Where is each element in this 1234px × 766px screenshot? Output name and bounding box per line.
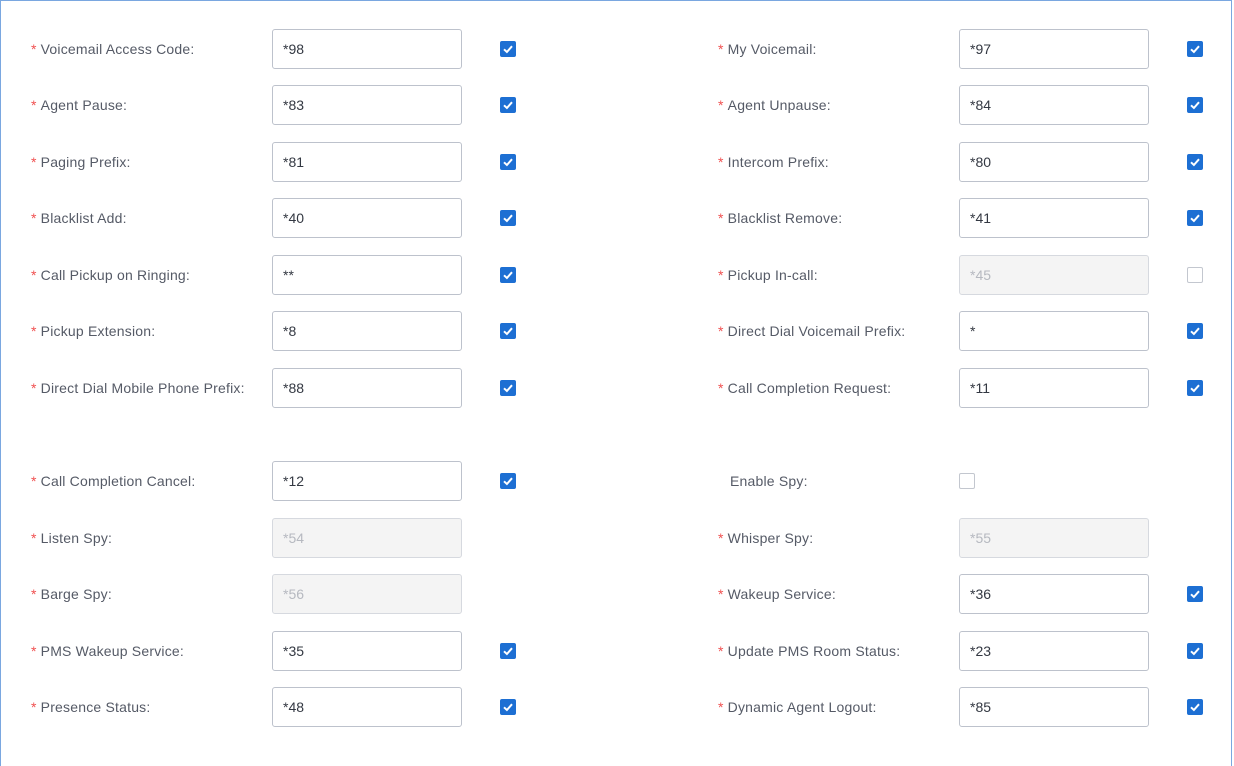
pms-wakeup-service-checkbox[interactable] bbox=[500, 643, 516, 659]
barge-spy-label: * Barge Spy: bbox=[31, 586, 112, 602]
call-completion-request-input[interactable] bbox=[959, 368, 1149, 408]
update-pms-room-status-input[interactable] bbox=[959, 631, 1149, 671]
pms-wakeup-service-input[interactable] bbox=[272, 631, 462, 671]
intercom-prefix-checkbox[interactable] bbox=[1187, 154, 1203, 170]
call-completion-cancel-label: * Call Completion Cancel: bbox=[31, 473, 196, 489]
agent-pause-label: * Agent Pause: bbox=[31, 97, 128, 113]
agent-unpause-label: * Agent Unpause: bbox=[718, 97, 831, 113]
blacklist-remove-input[interactable] bbox=[959, 198, 1149, 238]
voicemail-access-code-checkbox[interactable] bbox=[500, 41, 516, 57]
presence-status-label: * Presence Status: bbox=[31, 699, 151, 715]
presence-status-input[interactable] bbox=[272, 687, 462, 727]
presence-status-checkbox[interactable] bbox=[500, 699, 516, 715]
direct-dial-mobile-phone-prefix-checkbox[interactable] bbox=[500, 380, 516, 396]
direct-dial-voicemail-prefix-label: * Direct Dial Voicemail Prefix: bbox=[718, 323, 906, 339]
voicemail-access-code-input[interactable] bbox=[272, 29, 462, 69]
wakeup-service-input[interactable] bbox=[959, 574, 1149, 614]
pickup-extension-label: * Pickup Extension: bbox=[31, 323, 156, 339]
enable-spy-checkbox[interactable] bbox=[959, 473, 975, 489]
direct-dial-mobile-phone-prefix-input[interactable] bbox=[272, 368, 462, 408]
call-completion-request-checkbox[interactable] bbox=[1187, 380, 1203, 396]
blacklist-remove-label: * Blacklist Remove: bbox=[718, 210, 843, 226]
barge-spy-input[interactable] bbox=[272, 574, 462, 614]
agent-pause-checkbox[interactable] bbox=[500, 97, 516, 113]
paging-prefix-label: * Paging Prefix: bbox=[31, 154, 131, 170]
pickup-in-call-input[interactable] bbox=[959, 255, 1149, 295]
my-voicemail-label: * My Voicemail: bbox=[718, 41, 817, 57]
blacklist-remove-checkbox[interactable] bbox=[1187, 210, 1203, 226]
direct-dial-voicemail-prefix-input[interactable] bbox=[959, 311, 1149, 351]
call-pickup-on-ringing-checkbox[interactable] bbox=[500, 267, 516, 283]
dynamic-agent-logout-label: * Dynamic Agent Logout: bbox=[718, 699, 877, 715]
listen-spy-label: * Listen Spy: bbox=[31, 530, 113, 546]
direct-dial-mobile-phone-prefix-label: * Direct Dial Mobile Phone Prefix: bbox=[31, 380, 245, 396]
agent-unpause-input[interactable] bbox=[959, 85, 1149, 125]
paging-prefix-checkbox[interactable] bbox=[500, 154, 516, 170]
blacklist-add-input[interactable] bbox=[272, 198, 462, 238]
blacklist-add-checkbox[interactable] bbox=[500, 210, 516, 226]
call-completion-cancel-input[interactable] bbox=[272, 461, 462, 501]
call-completion-cancel-checkbox[interactable] bbox=[500, 473, 516, 489]
enable-spy-label: Enable Spy: bbox=[730, 473, 808, 489]
whisper-spy-label: * Whisper Spy: bbox=[718, 530, 814, 546]
call-pickup-on-ringing-label: * Call Pickup on Ringing: bbox=[31, 267, 191, 283]
blacklist-add-label: * Blacklist Add: bbox=[31, 210, 127, 226]
pickup-extension-input[interactable] bbox=[272, 311, 462, 351]
paging-prefix-input[interactable] bbox=[272, 142, 462, 182]
pickup-in-call-checkbox[interactable] bbox=[1187, 267, 1203, 283]
whisper-spy-input[interactable] bbox=[959, 518, 1149, 558]
feature-codes-panel: *Voicemail Access Code: *My Voicemail: *… bbox=[0, 0, 1232, 766]
my-voicemail-checkbox[interactable] bbox=[1187, 41, 1203, 57]
dynamic-agent-logout-checkbox[interactable] bbox=[1187, 699, 1203, 715]
pickup-extension-checkbox[interactable] bbox=[500, 323, 516, 339]
wakeup-service-checkbox[interactable] bbox=[1187, 586, 1203, 602]
update-pms-room-status-label: * Update PMS Room Status: bbox=[718, 643, 901, 659]
call-pickup-on-ringing-input[interactable] bbox=[272, 255, 462, 295]
pickup-in-call-label: * Pickup In-call: bbox=[718, 267, 818, 283]
intercom-prefix-input[interactable] bbox=[959, 142, 1149, 182]
pms-wakeup-service-label: * PMS Wakeup Service: bbox=[31, 643, 184, 659]
dynamic-agent-logout-input[interactable] bbox=[959, 687, 1149, 727]
voicemail-access-code-label: * Voicemail Access Code: bbox=[31, 41, 195, 57]
agent-pause-input[interactable] bbox=[272, 85, 462, 125]
direct-dial-voicemail-prefix-checkbox[interactable] bbox=[1187, 323, 1203, 339]
listen-spy-input[interactable] bbox=[272, 518, 462, 558]
call-completion-request-label: * Call Completion Request: bbox=[718, 380, 892, 396]
intercom-prefix-label: * Intercom Prefix: bbox=[718, 154, 829, 170]
my-voicemail-input[interactable] bbox=[959, 29, 1149, 69]
wakeup-service-label: * Wakeup Service: bbox=[718, 586, 836, 602]
update-pms-room-status-checkbox[interactable] bbox=[1187, 643, 1203, 659]
agent-unpause-checkbox[interactable] bbox=[1187, 97, 1203, 113]
